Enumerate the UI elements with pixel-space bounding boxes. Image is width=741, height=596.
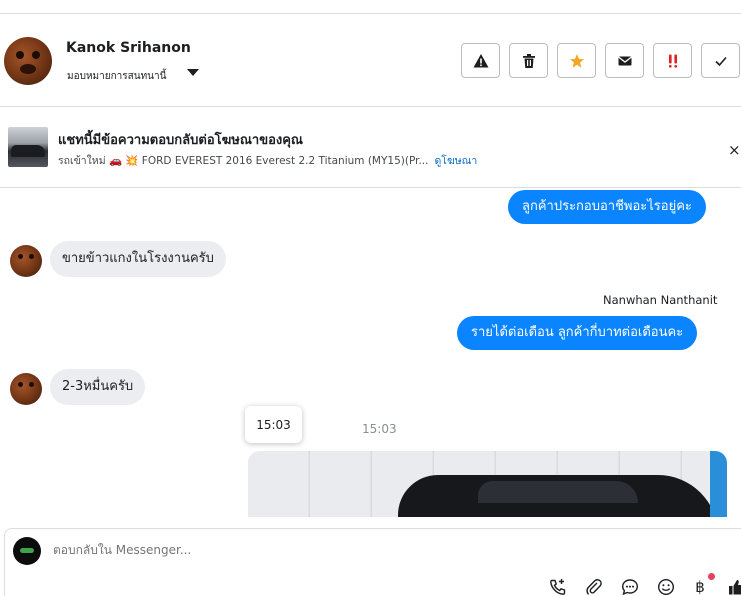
- chat-bubble-icon: [621, 579, 639, 596]
- photo-edge: [710, 451, 727, 517]
- delete-button[interactable]: [509, 43, 548, 78]
- contact-avatar-small[interactable]: [10, 245, 42, 277]
- conversation-header: Kanok Srihanon มอบหมายการสนทนานี้: [0, 14, 741, 107]
- incoming-message[interactable]: 2-3หมื่นครับ: [50, 369, 146, 405]
- check-icon: [714, 56, 727, 66]
- saved-replies-button[interactable]: [620, 577, 640, 596]
- star-icon: [569, 53, 584, 68]
- thumbs-up-icon: [729, 580, 741, 595]
- outgoing-message[interactable]: รายได้ต่อเดือน ลูกค้ากี่บาทต่อเดือนคะ: [457, 316, 698, 350]
- double-exclamation-icon: [668, 54, 677, 68]
- add-call-button[interactable]: [548, 577, 568, 596]
- smiley-icon: [657, 578, 675, 596]
- reply-input[interactable]: [53, 543, 533, 557]
- ad-banner-subtitle: รถเข้าใหม่ 🚗 💥 FORD EVEREST 2016 Everest…: [58, 152, 477, 169]
- assign-conversation-label[interactable]: มอบหมายการสนทนานี้: [67, 69, 166, 84]
- chevron-down-icon[interactable]: [187, 69, 199, 76]
- sender-name: Nanwhan Nanthanit: [603, 293, 718, 307]
- mark-done-button[interactable]: [701, 43, 740, 78]
- trash-icon: [522, 53, 535, 68]
- contact-avatar[interactable]: [4, 37, 52, 85]
- paperclip-icon: [586, 579, 602, 595]
- outgoing-message[interactable]: ลูกค้าประกอบอาชีพอะไรอยู่คะ: [508, 190, 706, 224]
- ad-banner-title: แชทนี้มีข้อความตอบกลับต่อโฆษณาของคุณ: [58, 133, 303, 148]
- attach-file-button[interactable]: [584, 577, 604, 596]
- mark-spam-button[interactable]: [461, 43, 500, 78]
- message-timestamp: 15:03: [362, 422, 397, 436]
- contact-name[interactable]: Kanok Srihanon: [66, 40, 191, 56]
- view-ad-link[interactable]: ดูโฆษณา: [434, 155, 477, 167]
- star-button[interactable]: [557, 43, 596, 78]
- ad-reply-banner: แชทนี้มีข้อความตอบกลับต่อโฆษณาของคุณ รถเ…: [0, 108, 741, 188]
- time-tooltip: 15:03: [245, 406, 302, 443]
- emoji-button[interactable]: [656, 577, 676, 596]
- page-avatar: [13, 537, 41, 565]
- notification-dot: [708, 573, 715, 580]
- contact-avatar-small[interactable]: [10, 373, 42, 405]
- add-call-icon: [550, 579, 566, 595]
- warning-icon: [473, 53, 488, 67]
- mark-unread-button[interactable]: [605, 43, 644, 78]
- follow-up-button[interactable]: [653, 43, 692, 78]
- image-attachment[interactable]: [248, 451, 727, 517]
- incoming-message[interactable]: ขายข้าวแกงในโรงงานครับ: [50, 241, 226, 277]
- close-icon[interactable]: ×: [728, 141, 741, 159]
- baht-icon[interactable]: ฿: [690, 577, 710, 596]
- ad-thumbnail[interactable]: [8, 127, 48, 167]
- mail-icon: [617, 55, 632, 65]
- ad-subtitle-text: รถเข้าใหม่ 🚗 💥 FORD EVEREST 2016 Everest…: [58, 155, 429, 167]
- thumbs-up-button[interactable]: [727, 577, 741, 596]
- photo-car-window: [478, 481, 638, 503]
